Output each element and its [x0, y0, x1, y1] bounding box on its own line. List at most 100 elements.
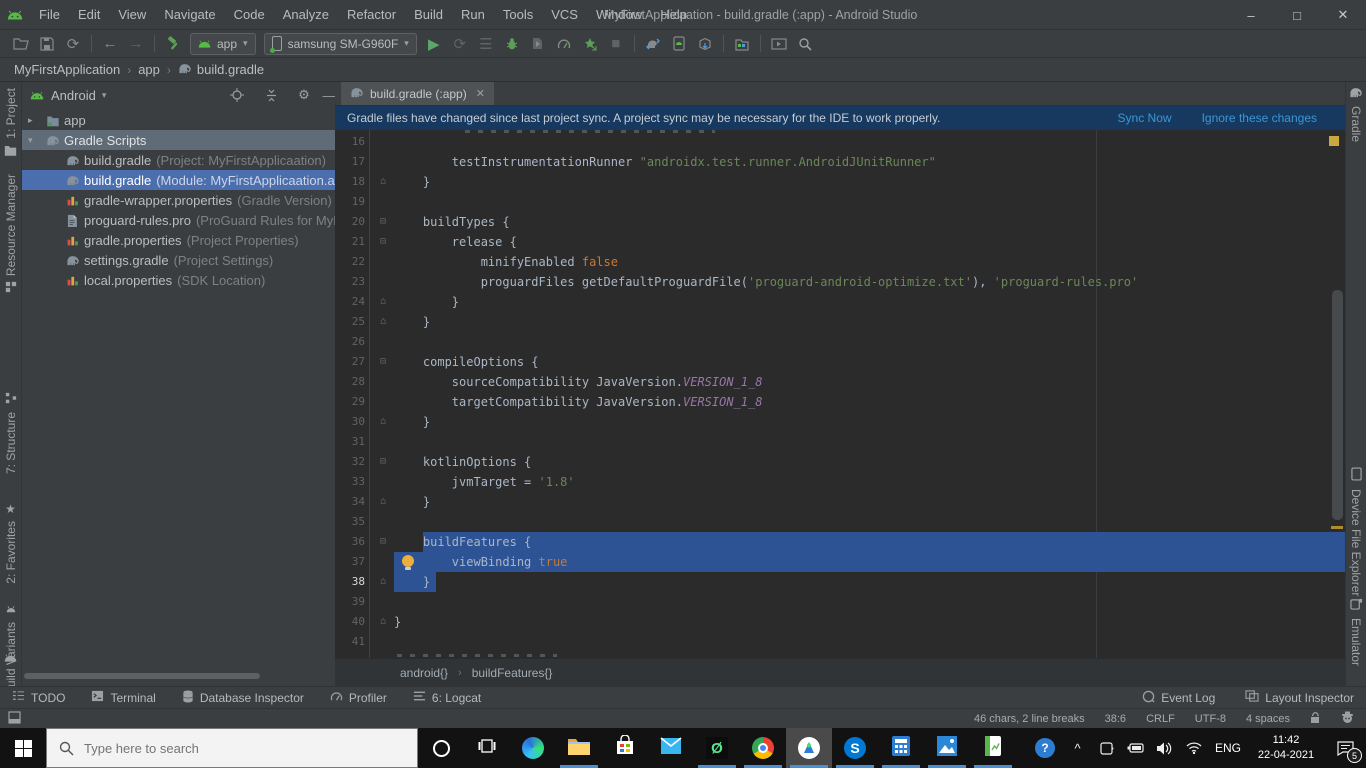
menu-build[interactable]: Build: [405, 7, 452, 22]
fold-end-icon[interactable]: ⌂: [375, 172, 391, 192]
menu-code[interactable]: Code: [225, 7, 274, 22]
code-line-28[interactable]: 28 sourceCompatibility JavaVersion.VERSI…: [335, 372, 1345, 392]
collapse-all-icon[interactable]: [262, 86, 280, 104]
file-explorer-taskbar-button[interactable]: [556, 728, 602, 768]
line-number[interactable]: 38: [335, 572, 365, 592]
tree-item-app[interactable]: ▸ app: [22, 110, 335, 130]
code-line-29[interactable]: 29 targetCompatibility JavaVersion.VERSI…: [335, 392, 1345, 412]
chevron-right-icon[interactable]: ▸: [28, 115, 38, 126]
tree-item-gradle-wrapper-properties[interactable]: gradle-wrapper.properties (Gradle Version…: [22, 190, 335, 210]
caret-position[interactable]: 38:6: [1105, 713, 1126, 725]
tab-build-gradle[interactable]: build.gradle (:app) ✕: [341, 82, 494, 105]
fold-start-icon[interactable]: ⊟: [375, 532, 391, 552]
start-button[interactable]: [0, 728, 46, 768]
fold-end-icon[interactable]: ⌂: [375, 412, 391, 432]
edge-taskbar-button[interactable]: [510, 728, 556, 768]
tool-strip-2-favorites[interactable]: ★ 2: Favorites: [0, 502, 21, 584]
code-line-31[interactable]: 31: [335, 432, 1345, 452]
ignore-changes-link[interactable]: Ignore these changes: [1202, 111, 1317, 125]
open-icon[interactable]: [8, 32, 34, 56]
profile-app-icon[interactable]: [577, 32, 603, 56]
line-number[interactable]: 36: [335, 532, 365, 552]
fold-end-icon[interactable]: ⌂: [375, 292, 391, 312]
line-number[interactable]: 32: [335, 452, 365, 472]
volume-icon[interactable]: [1150, 728, 1179, 768]
code-line-32[interactable]: 32 ⊟ kotlinOptions {: [335, 452, 1345, 472]
tool-strip-gradle[interactable]: Gradle: [1346, 86, 1366, 142]
breadcrumb-item-build-gradle[interactable]: build.gradle: [178, 62, 264, 77]
calculator-taskbar-button[interactable]: [878, 728, 924, 768]
line-number[interactable]: 26: [335, 332, 365, 352]
line-separator[interactable]: CRLF: [1146, 713, 1175, 725]
line-number[interactable]: 19: [335, 192, 365, 212]
line-number[interactable]: 16: [335, 132, 365, 152]
tree-item-build-gradle[interactable]: build.gradle (Project: MyFirstApplicaatio…: [22, 150, 335, 170]
code-area[interactable]: 16 17 testInstrumentationRunner "androidx…: [335, 130, 1345, 658]
line-number[interactable]: 39: [335, 592, 365, 612]
sync-now-link[interactable]: Sync Now: [1118, 111, 1172, 125]
code-line-41[interactable]: 41: [335, 632, 1345, 652]
language-indicator[interactable]: ENG: [1208, 728, 1248, 768]
toolwindow-terminal[interactable]: Terminal: [91, 690, 156, 706]
help-icon[interactable]: ?: [1027, 728, 1063, 768]
device-dropdown[interactable]: samsung SM-G960F ▾: [263, 32, 417, 55]
code-line-21[interactable]: 21 ⊟ release {: [335, 232, 1345, 252]
fold-start-icon[interactable]: ⊟: [375, 232, 391, 252]
line-number[interactable]: 29: [335, 392, 365, 412]
line-number[interactable]: 33: [335, 472, 365, 492]
line-number[interactable]: 27: [335, 352, 365, 372]
lock-icon[interactable]: [1310, 711, 1321, 727]
run-icon[interactable]: ▶: [421, 32, 447, 56]
fold-start-icon[interactable]: ⊟: [375, 352, 391, 372]
breadcrumb-item-myfirstapplication[interactable]: MyFirstApplication: [14, 62, 120, 77]
line-number[interactable]: 22: [335, 252, 365, 272]
horizontal-scrollbar[interactable]: [24, 673, 260, 679]
line-number[interactable]: 21: [335, 232, 365, 252]
menu-run[interactable]: Run: [452, 7, 494, 22]
close-button[interactable]: ✕: [1320, 0, 1366, 30]
code-line-30[interactable]: 30 ⌂ }: [335, 412, 1345, 432]
code-breadcrumb-0[interactable]: android{}: [400, 666, 448, 680]
layout-validation-icon[interactable]: [766, 32, 792, 56]
toolwindow-layout-inspector[interactable]: Layout Inspector: [1245, 690, 1354, 706]
code-line-17[interactable]: 17 testInstrumentationRunner "androidx.t…: [335, 152, 1345, 172]
menu-analyze[interactable]: Analyze: [274, 7, 338, 22]
tab-close-icon[interactable]: ✕: [476, 87, 485, 100]
tool-strip-resource-manager[interactable]: Resource Manager: [0, 174, 21, 296]
cortana-taskbar-button[interactable]: [418, 728, 464, 768]
clock[interactable]: 11:42 22-04-2021: [1248, 728, 1324, 768]
line-number[interactable]: 23: [335, 272, 365, 292]
line-number[interactable]: 40: [335, 612, 365, 632]
line-number[interactable]: 17: [335, 152, 365, 172]
device-manager-icon[interactable]: [666, 32, 692, 56]
save-icon[interactable]: [34, 32, 60, 56]
code-line-38[interactable]: 38 ⌂ }: [335, 572, 1345, 592]
mail-taskbar-button[interactable]: [648, 728, 694, 768]
line-number[interactable]: 24: [335, 292, 365, 312]
file-encoding[interactable]: UTF-8: [1195, 713, 1226, 725]
code-line-36[interactable]: 36 ⊟ buildFeatures {: [335, 532, 1345, 552]
search-input[interactable]: [84, 740, 364, 756]
tree-item-gradle-properties[interactable]: gradle.properties (Project Properties): [22, 230, 335, 250]
tool-strip-emulator[interactable]: Emulator: [1346, 598, 1366, 666]
search-icon[interactable]: [792, 32, 818, 56]
tree-item-gradle-scripts[interactable]: ▾ Gradle Scripts: [22, 130, 335, 150]
tool-strip-device-file-explorer[interactable]: Device File Explorer: [1346, 467, 1366, 596]
line-number[interactable]: 30: [335, 412, 365, 432]
toolwindow-logcat[interactable]: 6: Logcat: [413, 690, 481, 706]
build-hammer-icon[interactable]: [160, 32, 186, 56]
line-number[interactable]: 37: [335, 552, 365, 572]
editor-scrollbar[interactable]: [1332, 290, 1343, 520]
tablet-mode-icon[interactable]: [1092, 728, 1121, 768]
menu-edit[interactable]: Edit: [69, 7, 109, 22]
chrome-taskbar-button[interactable]: [740, 728, 786, 768]
line-number[interactable]: 25: [335, 312, 365, 332]
code-breadcrumb-1[interactable]: buildFeatures{}: [472, 666, 553, 680]
code-line-24[interactable]: 24 ⌂ }: [335, 292, 1345, 312]
toolwindow-database[interactable]: Database Inspector: [182, 689, 304, 706]
code-line-37[interactable]: 37 viewBinding true: [335, 552, 1345, 572]
tree-item-settings-gradle[interactable]: settings.gradle (Project Settings): [22, 250, 335, 270]
project-structure-icon[interactable]: [729, 32, 755, 56]
toolwindow-toggle-icon[interactable]: [8, 710, 21, 727]
code-line-16[interactable]: 16: [335, 132, 1345, 152]
